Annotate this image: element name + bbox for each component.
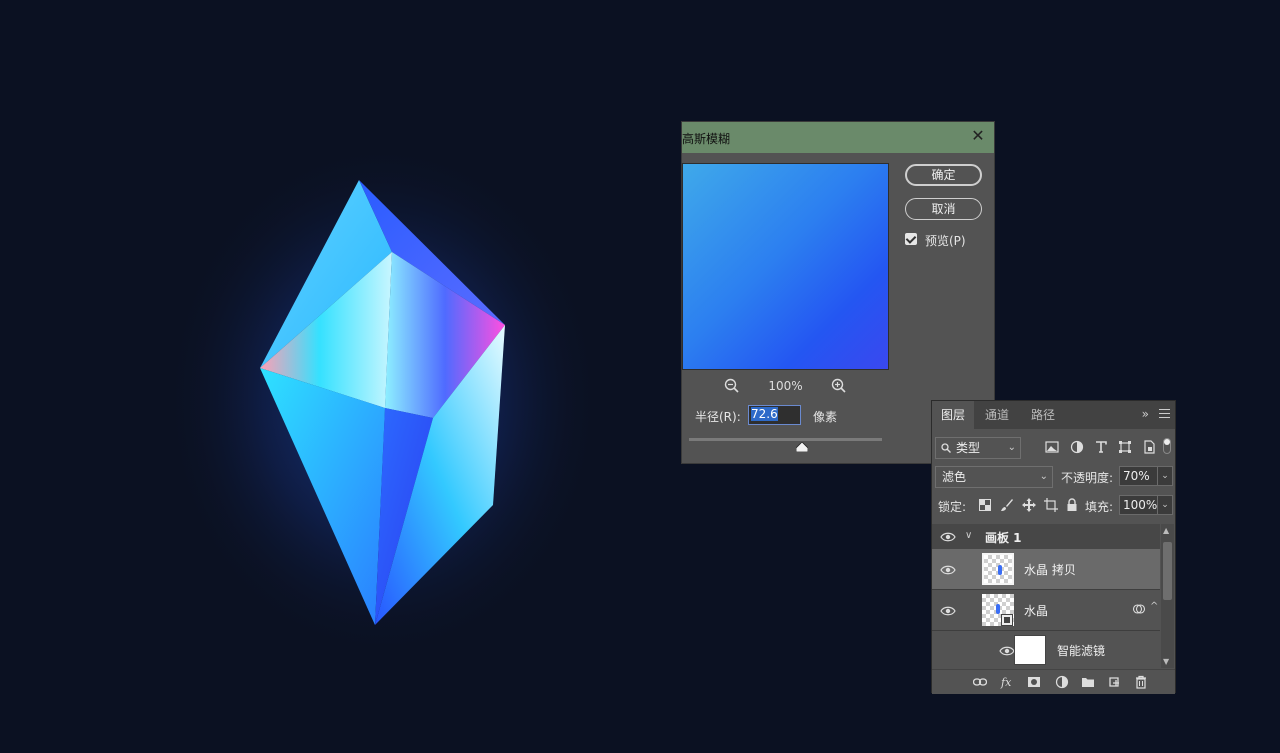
blend-row: 滤色 ⌄ 不透明度: 70% ⌄ xyxy=(935,466,1173,488)
cancel-button[interactable]: 取消 xyxy=(905,198,982,220)
eye-icon[interactable] xyxy=(940,532,956,542)
new-adjustment-layer-icon[interactable] xyxy=(1055,675,1069,689)
fill-field[interactable]: 100% ⌄ xyxy=(1119,495,1173,515)
smart-filter-row[interactable]: 智能滤镜 xyxy=(932,631,1160,668)
delete-layer-trash-icon[interactable] xyxy=(1134,675,1148,689)
smart-object-filter-icon[interactable] xyxy=(1142,440,1156,454)
dialog-title: 高斯模糊 xyxy=(682,132,731,146)
smart-filter-name[interactable]: 智能滤镜 xyxy=(1057,642,1105,659)
fx-icon[interactable]: fx xyxy=(1000,675,1014,689)
layers-panel-tabs: 图层 通道 路径 » xyxy=(932,401,1175,429)
filter-toggle[interactable] xyxy=(1163,438,1171,454)
radius-input[interactable]: 72.6 xyxy=(748,405,801,425)
chevron-down-icon[interactable]: ∨ xyxy=(965,530,972,541)
lock-row: 锁定: 填充: 100% ⌄ xyxy=(935,495,1173,517)
eye-icon[interactable] xyxy=(999,646,1015,656)
preview-label: 预览(P) xyxy=(925,234,966,248)
opacity-label: 不透明度: xyxy=(1061,471,1114,485)
svg-text:fx: fx xyxy=(1000,676,1012,689)
lock-label: 锁定: xyxy=(938,500,967,514)
radius-slider-track[interactable] xyxy=(689,438,882,441)
tab-layers[interactable]: 图层 xyxy=(932,401,975,429)
eye-icon[interactable] xyxy=(940,565,956,575)
blend-mode-select[interactable]: 滤色 ⌄ xyxy=(935,466,1053,488)
layer-thumbnail xyxy=(982,553,1014,585)
chevron-down-icon: ⌄ xyxy=(1157,496,1172,514)
tab-channels[interactable]: 通道 xyxy=(976,401,1018,429)
zoom-percent: 100% xyxy=(768,379,803,393)
new-group-folder-icon[interactable] xyxy=(1081,675,1095,689)
layer-group-row[interactable]: ∨ 画板 1 xyxy=(932,524,1160,550)
add-mask-icon[interactable] xyxy=(1027,675,1041,689)
layers-list: ∨ 画板 1 水晶 拷贝 水晶 ^ 智能滤镜 xyxy=(932,524,1160,668)
radius-label: 半径(R): xyxy=(695,410,741,424)
fill-value: 100% xyxy=(1123,498,1158,512)
lock-pixels-brush-icon[interactable] xyxy=(1000,498,1014,512)
radius-value: 72.6 xyxy=(751,407,778,421)
layers-scrollbar[interactable]: ▲ ▼ xyxy=(1161,524,1174,668)
filter-kind-value: 类型 xyxy=(956,441,981,455)
lock-artboard-icon[interactable] xyxy=(1044,498,1058,512)
layer-row-crystal[interactable]: 水晶 ^ xyxy=(932,590,1160,631)
adjustment-layer-filter-icon[interactable] xyxy=(1070,440,1084,454)
layer-row-crystal-copy[interactable]: 水晶 拷贝 xyxy=(932,549,1160,590)
lock-all-icon[interactable] xyxy=(1065,498,1079,512)
expand-panel-icon[interactable]: » xyxy=(1142,407,1149,421)
zoom-row: 100% xyxy=(682,376,889,396)
filter-mask-thumbnail[interactable] xyxy=(1014,635,1046,665)
filter-row: 类型 ⌄ xyxy=(935,437,1173,459)
preview-checkbox[interactable] xyxy=(905,233,917,245)
link-layers-icon[interactable] xyxy=(973,675,987,689)
radius-slider-thumb[interactable] xyxy=(796,442,808,452)
layers-panel: 图层 通道 路径 » 类型 ⌄ 滤色 ⌄ 不透明度: 70% ⌄ 锁定: 填充:… xyxy=(931,400,1176,694)
lock-position-move-icon[interactable] xyxy=(1022,498,1036,512)
new-layer-icon[interactable] xyxy=(1107,675,1121,689)
layers-bottom-toolbar: fx xyxy=(932,669,1175,694)
chevron-down-icon: ⌄ xyxy=(1157,467,1172,485)
search-icon xyxy=(941,443,951,453)
dialog-titlebar[interactable]: 高斯模糊 ✕ xyxy=(682,122,994,153)
pixel-layer-filter-icon[interactable] xyxy=(1045,440,1059,454)
smart-filter-marker-icon[interactable] xyxy=(1132,602,1146,616)
layer-name[interactable]: 水晶 拷贝 xyxy=(1024,561,1076,578)
chevron-down-icon: ⌄ xyxy=(1039,471,1048,482)
shape-layer-filter-icon[interactable] xyxy=(1118,440,1132,454)
lock-transparency-icon[interactable] xyxy=(978,498,992,512)
filter-kind-select[interactable]: 类型 ⌄ xyxy=(935,437,1021,459)
opacity-value: 70% xyxy=(1123,469,1150,483)
zoom-in-icon[interactable] xyxy=(830,377,848,395)
scroll-up-icon[interactable]: ▲ xyxy=(1163,526,1169,535)
group-name: 画板 1 xyxy=(985,531,1022,545)
blur-preview[interactable] xyxy=(682,163,889,370)
type-layer-filter-icon[interactable] xyxy=(1094,440,1108,454)
chevron-up-icon[interactable]: ^ xyxy=(1150,601,1158,612)
close-icon[interactable]: ✕ xyxy=(968,126,988,146)
radius-unit: 像素 xyxy=(813,410,838,424)
eye-icon[interactable] xyxy=(940,606,956,616)
ok-button[interactable]: 确定 xyxy=(905,164,982,186)
blend-mode-value: 滤色 xyxy=(942,470,967,484)
opacity-field[interactable]: 70% ⌄ xyxy=(1119,466,1173,486)
smart-object-badge-icon xyxy=(1001,614,1013,626)
layer-name[interactable]: 水晶 xyxy=(1024,602,1048,619)
scrollbar-thumb[interactable] xyxy=(1163,542,1172,600)
panel-menu-icon[interactable] xyxy=(1159,409,1170,418)
tab-paths[interactable]: 路径 xyxy=(1022,401,1064,429)
scroll-down-icon[interactable]: ▼ xyxy=(1163,657,1169,666)
fill-label: 填充: xyxy=(1085,500,1114,514)
chevron-down-icon: ⌄ xyxy=(1007,442,1016,453)
